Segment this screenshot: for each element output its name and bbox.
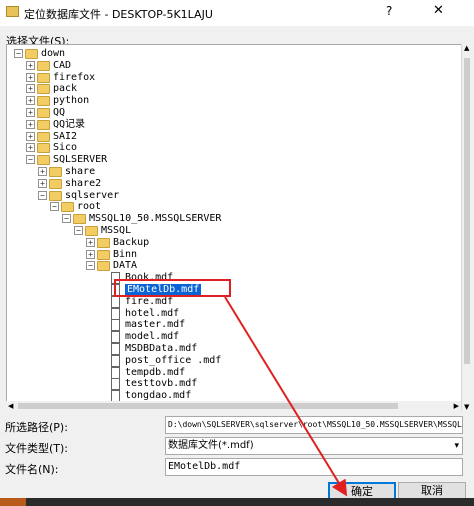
annotation-arrow [224, 296, 348, 497]
annotation-arrow-line [224, 296, 348, 497]
